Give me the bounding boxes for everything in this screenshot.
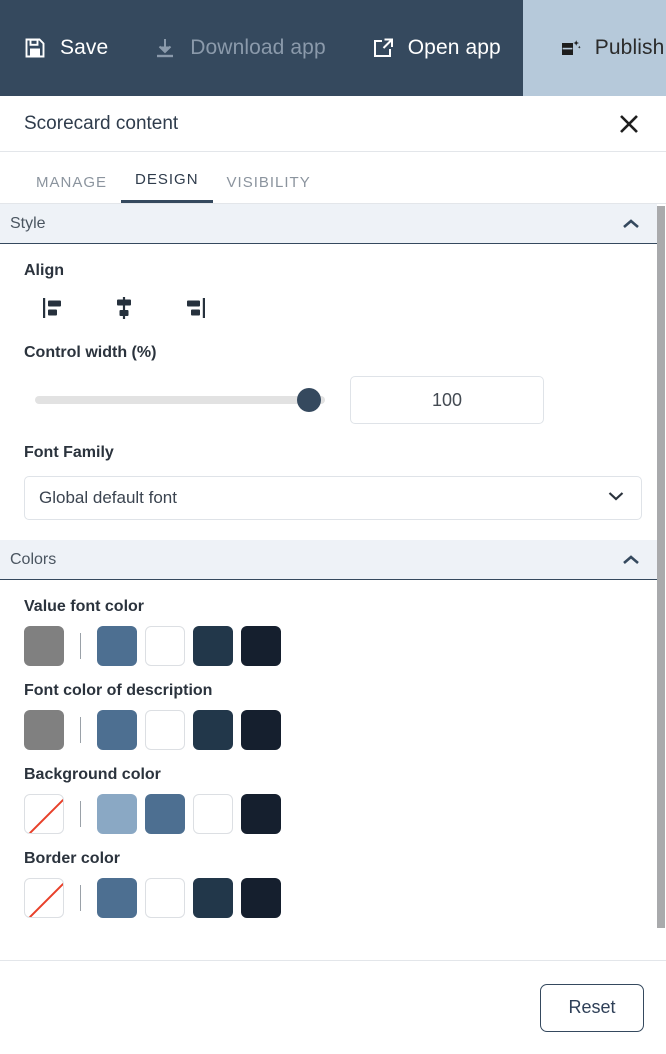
download-app-label: Download app bbox=[190, 36, 326, 59]
section-header-colors[interactable]: Colors bbox=[0, 540, 666, 580]
swatch-transparent[interactable] bbox=[24, 878, 64, 918]
save-floppy-icon bbox=[22, 35, 48, 61]
swatch-divider bbox=[80, 717, 81, 743]
chevron-down-icon bbox=[605, 485, 627, 512]
panel-header: Scorecard content bbox=[0, 96, 666, 152]
swatch-row bbox=[24, 710, 642, 750]
align-center-icon[interactable] bbox=[110, 294, 138, 322]
chevron-up-icon[interactable] bbox=[618, 211, 644, 237]
swatch-divider bbox=[80, 885, 81, 911]
tab-design[interactable]: DESIGN bbox=[121, 171, 213, 203]
panel-tabs: MANAGE DESIGN VISIBILITY bbox=[0, 152, 666, 204]
color-group-label: Background color bbox=[24, 766, 161, 783]
color-group-label: Value font color bbox=[24, 598, 145, 615]
color-group-label: Font color of description bbox=[24, 682, 213, 699]
swatch[interactable] bbox=[24, 710, 64, 750]
save-button[interactable]: Save bbox=[0, 0, 130, 96]
color-group-value-font: Value font color bbox=[24, 598, 642, 666]
page-title: Scorecard content bbox=[24, 112, 179, 134]
color-group-description-font: Font color of description bbox=[24, 682, 642, 750]
swatch[interactable] bbox=[24, 626, 64, 666]
align-right-icon[interactable] bbox=[180, 294, 208, 322]
publish-icon bbox=[557, 35, 583, 61]
swatch[interactable] bbox=[97, 794, 137, 834]
slider-thumb[interactable] bbox=[297, 388, 321, 412]
slider-track bbox=[35, 396, 325, 404]
section-body-style: Align Control width (%) 100 Font Family … bbox=[0, 244, 666, 540]
swatch-divider bbox=[80, 633, 81, 659]
swatch[interactable] bbox=[193, 794, 233, 834]
external-link-icon bbox=[370, 35, 396, 61]
tab-visibility[interactable]: VISIBILITY bbox=[213, 174, 325, 203]
section-title-style: Style bbox=[10, 214, 46, 232]
swatch[interactable] bbox=[241, 878, 281, 918]
swatch[interactable] bbox=[145, 794, 185, 834]
swatch[interactable] bbox=[241, 710, 281, 750]
swatch-transparent[interactable] bbox=[24, 794, 64, 834]
top-toolbar: Save Download app Open app Publish bbox=[0, 0, 666, 96]
font-family-label: Font Family bbox=[24, 444, 114, 461]
panel-footer: Reset bbox=[0, 960, 666, 1054]
tab-manage[interactable]: MANAGE bbox=[22, 174, 121, 203]
chevron-up-icon[interactable] bbox=[618, 547, 644, 573]
download-app-button[interactable]: Download app bbox=[130, 0, 347, 96]
align-label: Align bbox=[24, 262, 64, 279]
color-group-background: Background color bbox=[24, 766, 642, 834]
font-family-value: Global default font bbox=[39, 488, 177, 507]
swatch[interactable] bbox=[241, 794, 281, 834]
swatch[interactable] bbox=[145, 626, 185, 666]
swatch-divider bbox=[80, 801, 81, 827]
align-button-group bbox=[24, 294, 642, 322]
align-left-icon[interactable] bbox=[40, 294, 68, 322]
swatch[interactable] bbox=[193, 626, 233, 666]
scrollbar[interactable] bbox=[657, 204, 666, 960]
swatch-row bbox=[24, 626, 642, 666]
section-title-colors: Colors bbox=[10, 550, 57, 568]
color-group-label: Border color bbox=[24, 850, 121, 867]
swatch-row bbox=[24, 878, 642, 918]
color-group-border: Border color bbox=[24, 850, 642, 918]
publish-label: Publish bbox=[594, 36, 665, 59]
swatch[interactable] bbox=[97, 878, 137, 918]
control-width-row: 100 bbox=[24, 376, 642, 424]
app-root: Save Download app Open app Publish Score… bbox=[0, 0, 666, 1054]
swatch[interactable] bbox=[193, 878, 233, 918]
section-header-style[interactable]: Style bbox=[0, 204, 666, 244]
download-icon bbox=[152, 35, 178, 61]
swatch[interactable] bbox=[241, 626, 281, 666]
font-family-select[interactable]: Global default font bbox=[24, 476, 642, 520]
swatch[interactable] bbox=[97, 626, 137, 666]
publish-button[interactable]: Publish bbox=[522, 0, 666, 96]
open-app-button[interactable]: Open app bbox=[348, 0, 523, 96]
control-width-input[interactable]: 100 bbox=[350, 376, 544, 424]
swatch[interactable] bbox=[97, 710, 137, 750]
panel-body: Style Align Control width (%) 100 Font F… bbox=[0, 204, 666, 960]
reset-button[interactable]: Reset bbox=[540, 983, 644, 1032]
control-width-label: Control width (%) bbox=[24, 344, 157, 361]
swatch-row bbox=[24, 794, 642, 834]
swatch[interactable] bbox=[193, 710, 233, 750]
section-body-colors: Value font color Font color of descripti… bbox=[0, 580, 666, 948]
close-icon[interactable] bbox=[614, 109, 644, 139]
swatch[interactable] bbox=[145, 710, 185, 750]
swatch[interactable] bbox=[145, 878, 185, 918]
open-app-label: Open app bbox=[407, 36, 501, 59]
scrollbar-thumb[interactable] bbox=[657, 206, 665, 928]
control-width-slider[interactable] bbox=[35, 386, 325, 414]
save-label: Save bbox=[60, 36, 109, 59]
